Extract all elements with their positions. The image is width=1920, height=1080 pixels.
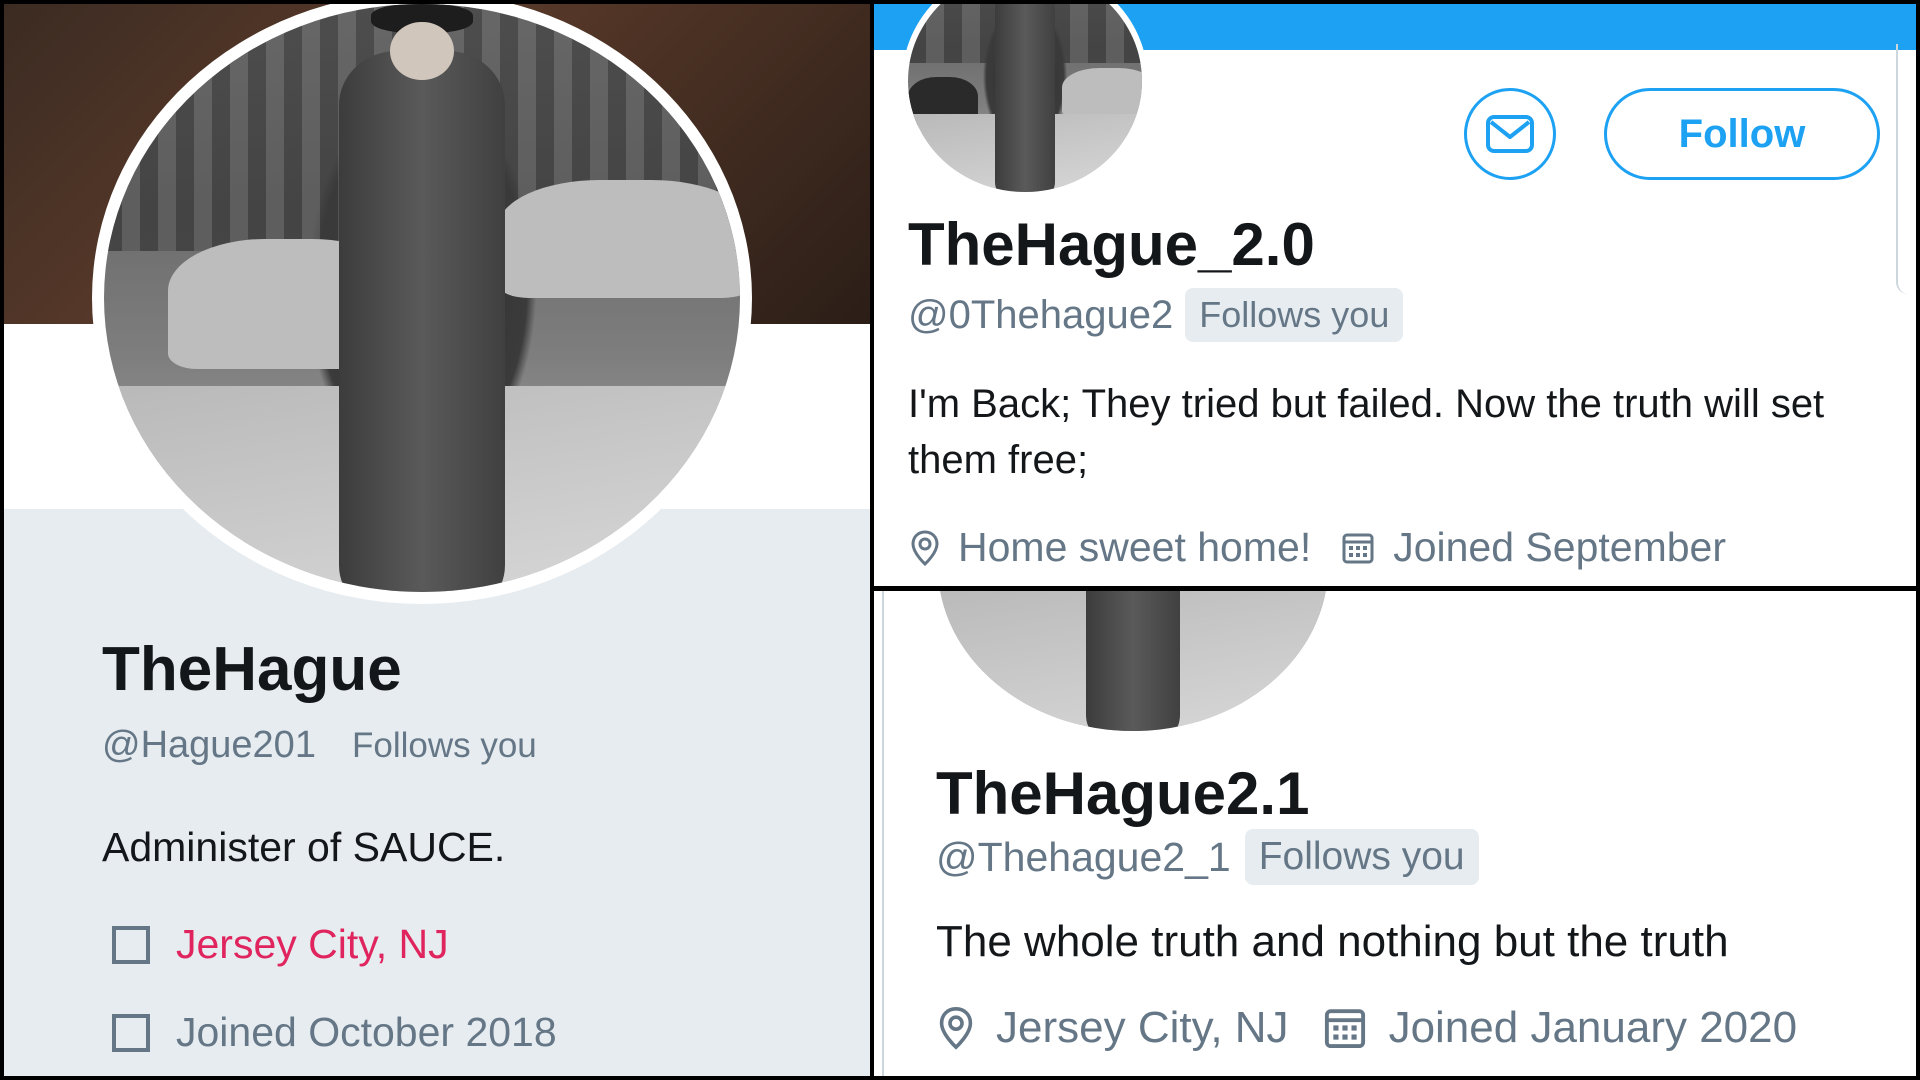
- joined-text: Joined September: [1393, 524, 1726, 570]
- calendar-icon: [1342, 533, 1374, 563]
- location-text: Home sweet home!: [958, 524, 1312, 570]
- profile-name: TheHague: [102, 635, 402, 704]
- profile-joined: Joined October 2018: [112, 1009, 557, 1056]
- profile-name: TheHague2.1: [936, 760, 1310, 827]
- calendar-icon: [1324, 1009, 1365, 1049]
- profile-location: Jersey City, NJ: [112, 921, 449, 968]
- joined-text: Joined October 2018: [176, 1009, 557, 1055]
- profile-handle[interactable]: @Hague201: [102, 724, 316, 767]
- profile-card-thehague-2-0: Follow TheHague_2.0 @0Thehague2 Follows …: [874, 4, 1916, 586]
- profile-card-thehague-2-1: TheHague2.1 @Thehague2_1 Follows you The…: [874, 591, 1916, 1076]
- follow-button[interactable]: Follow: [1604, 88, 1880, 180]
- follows-you-badge: Follows you: [351, 726, 537, 765]
- divider: [882, 591, 884, 1076]
- profile-bio: Administer of SAUCE.: [102, 824, 506, 870]
- location-text: Jersey City, NJ: [996, 1003, 1289, 1052]
- map-pin-icon: [939, 1006, 973, 1050]
- profile-name: TheHague_2.0: [908, 211, 1315, 278]
- profile-joined: Joined September: [1341, 524, 1726, 571]
- profile-bio: I'm Back; They tried but failed. Now the…: [908, 382, 1825, 482]
- avatar[interactable]: [92, 4, 752, 604]
- scroll-edge: [1896, 44, 1916, 294]
- joined-text: Joined January 2020: [1388, 1003, 1798, 1052]
- follows-you-badge: Follows you: [1244, 829, 1479, 885]
- handle-row: @Thehague2_1 Follows you: [936, 829, 1479, 885]
- profile-bio: The whole truth and nothing but the trut…: [936, 917, 1729, 966]
- location-text[interactable]: Jersey City, NJ: [176, 921, 449, 968]
- profile-location: Home sweet home!: [910, 524, 1311, 571]
- envelope-icon: [1486, 115, 1534, 153]
- square-icon: [112, 925, 150, 964]
- profile-meta: Jersey City, NJ Joined January 2020: [938, 1003, 1797, 1053]
- avatar[interactable]: [902, 4, 1148, 198]
- avatar[interactable]: [938, 591, 1328, 731]
- square-icon: [112, 1013, 150, 1052]
- map-pin-icon: [911, 529, 939, 566]
- profile-handle[interactable]: @Thehague2_1: [936, 834, 1231, 881]
- handle-row: @Hague201 Follows you: [102, 724, 537, 767]
- profile-joined: Joined January 2020: [1323, 1003, 1798, 1053]
- follows-you-badge: Follows you: [1185, 288, 1404, 342]
- message-button[interactable]: [1464, 88, 1556, 180]
- profile-meta: Home sweet home! Joined September: [910, 524, 1726, 571]
- profile-handle[interactable]: @0Thehague2: [908, 293, 1173, 338]
- profile-location: Jersey City, NJ: [938, 1003, 1289, 1053]
- handle-row: @0Thehague2 Follows you: [908, 288, 1404, 342]
- profile-card-thehague: TheHague @Hague201 Follows you Administe…: [4, 4, 870, 1076]
